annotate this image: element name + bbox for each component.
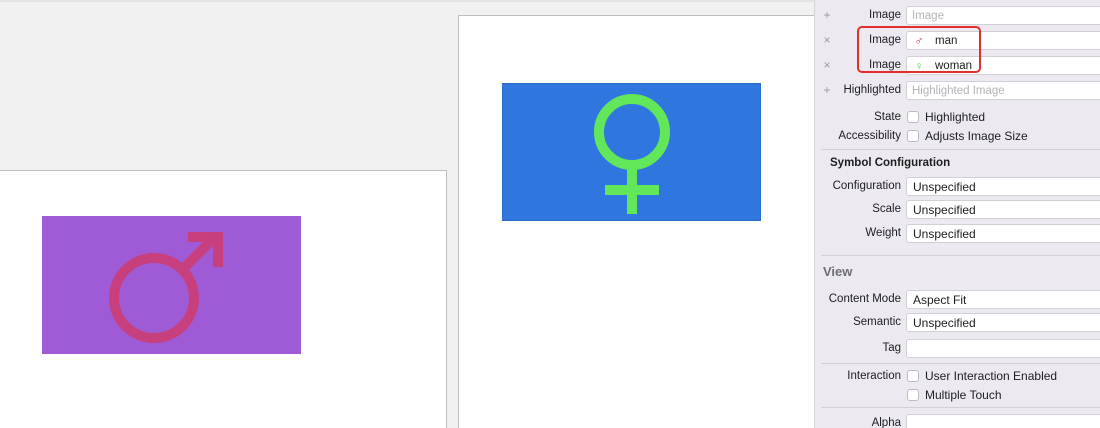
canvas-top-rule: [0, 0, 814, 2]
checkbox-box[interactable]: [907, 130, 919, 142]
interaction-label: Interaction: [847, 370, 901, 382]
semantic-popup[interactable]: Unspecified: [906, 313, 1100, 332]
image-field-man[interactable]: ♂ man: [906, 31, 1100, 50]
scale-popup[interactable]: Unspecified: [906, 200, 1100, 219]
image-row-woman: × Image ♀ woman: [815, 55, 1100, 77]
male-sign-icon: ♂: [914, 33, 924, 48]
highlighted-field-placeholder: Highlighted Image: [912, 84, 1005, 97]
remove-icon[interactable]: ×: [821, 58, 833, 72]
checkbox-text: Adjusts Image Size: [925, 129, 1028, 143]
scale-row: Scale Unspecified: [815, 199, 1100, 221]
alpha-field[interactable]: [906, 414, 1100, 428]
alpha-row: Alpha: [815, 413, 1100, 428]
image-field-value: man: [935, 34, 958, 47]
storyboard-canvas[interactable]: [0, 0, 814, 428]
content-mode-row: Content Mode Aspect Fit: [815, 289, 1100, 311]
man-image-view[interactable]: [42, 216, 301, 354]
woman-image-view[interactable]: [502, 83, 761, 221]
content-mode-popup[interactable]: Aspect Fit: [906, 290, 1100, 309]
semantic-label: Semantic: [853, 316, 901, 328]
multiple-touch-checkbox[interactable]: Multiple Touch: [907, 388, 1002, 402]
scene-right[interactable]: [458, 15, 814, 428]
add-icon[interactable]: +: [821, 83, 833, 97]
tag-label: Tag: [882, 342, 901, 354]
symbol-configuration-title: Symbol Configuration: [830, 157, 951, 169]
checkbox-text: User Interaction Enabled: [925, 369, 1058, 383]
weight-label: Weight: [865, 227, 901, 239]
checkbox-box[interactable]: [907, 111, 919, 123]
accessibility-label: Accessibility: [838, 130, 901, 142]
content-mode-label: Content Mode: [828, 293, 901, 305]
configuration-popup[interactable]: Unspecified: [906, 177, 1100, 196]
image-label: Image: [869, 59, 901, 71]
add-icon[interactable]: +: [821, 8, 833, 22]
user-interaction-enabled-checkbox[interactable]: User Interaction Enabled: [907, 369, 1057, 383]
remove-icon[interactable]: ×: [821, 33, 833, 47]
highlighted-label: Highlighted: [843, 84, 901, 96]
female-symbol-icon: [593, 94, 670, 214]
image-field[interactable]: Image: [906, 6, 1100, 25]
tag-row: Tag: [815, 338, 1100, 360]
checkbox-box[interactable]: [907, 370, 919, 382]
attributes-inspector: + Image Image × Image ♂ man × Image ♀ wo…: [814, 0, 1100, 428]
checkbox-text: Highlighted: [925, 110, 986, 124]
divider: [821, 149, 1100, 150]
divider: [821, 363, 1100, 364]
image-field-placeholder: Image: [912, 9, 944, 22]
highlighted-checkbox[interactable]: Highlighted: [907, 110, 985, 124]
configuration-row: Configuration Unspecified: [815, 176, 1100, 198]
image-row-empty: + Image Image: [815, 5, 1100, 27]
image-row-man: × Image ♂ man: [815, 30, 1100, 52]
alpha-label: Alpha: [871, 417, 901, 428]
checkbox-box[interactable]: [907, 389, 919, 401]
semantic-row: Semantic Unspecified: [815, 312, 1100, 334]
highlighted-image-field[interactable]: Highlighted Image: [906, 81, 1100, 100]
image-field-value: woman: [935, 59, 973, 72]
weight-popup[interactable]: Unspecified: [906, 224, 1100, 243]
highlighted-image-row: + Highlighted Highlighted Image: [815, 80, 1100, 102]
view-section-title: View: [823, 264, 853, 279]
tag-field[interactable]: [906, 339, 1100, 358]
adjusts-image-size-checkbox[interactable]: Adjusts Image Size: [907, 129, 1028, 143]
divider: [821, 255, 1100, 256]
state-label: State: [874, 111, 901, 123]
image-label: Image: [869, 9, 901, 21]
divider: [821, 407, 1100, 408]
male-symbol-icon: [108, 232, 223, 343]
checkbox-text: Multiple Touch: [925, 388, 1002, 402]
weight-row: Weight Unspecified: [815, 223, 1100, 245]
configuration-label: Configuration: [832, 180, 901, 192]
image-field-woman[interactable]: ♀ woman: [906, 56, 1100, 75]
accessibility-row: Accessibility Adjusts Image Size: [815, 126, 1100, 148]
image-label: Image: [869, 34, 901, 46]
scale-label: Scale: [872, 203, 901, 215]
multiple-touch-row: Multiple Touch: [815, 385, 1100, 407]
female-sign-icon: ♀: [914, 58, 924, 73]
